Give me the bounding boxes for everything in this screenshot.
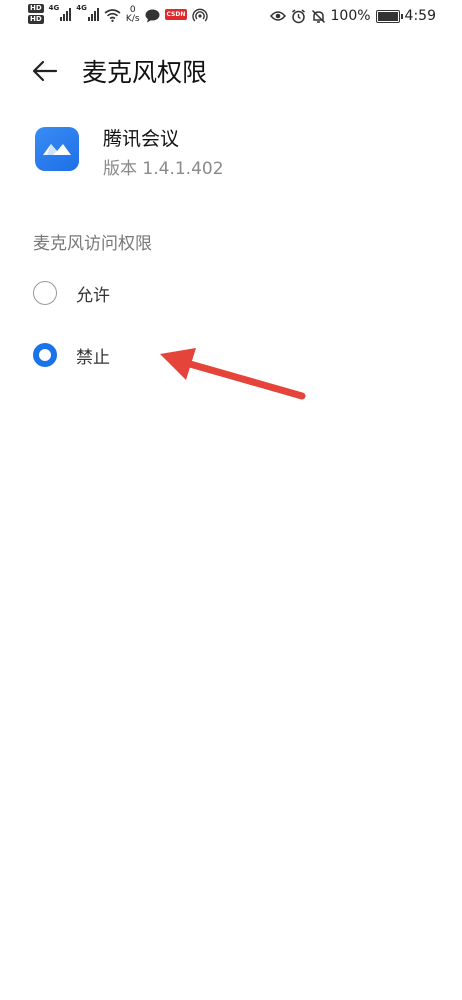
wifi-icon [104, 9, 121, 22]
tencent-meeting-logo-icon [43, 144, 71, 155]
hd-icon: HD HD [28, 4, 44, 24]
chat-icon [145, 9, 160, 23]
red-arrow-annotation-icon [160, 348, 306, 400]
battery-icon [375, 9, 403, 23]
status-bar-left: HD HD 4G 4G 0 K/s CSDN [28, 4, 209, 24]
app-icon [35, 127, 79, 171]
option-label: 允许 [76, 285, 110, 306]
radio-option-allow[interactable]: 允许 [33, 276, 393, 310]
csdn-badge: CSDN [164, 9, 188, 20]
option-label: 禁止 [76, 347, 110, 368]
app-version: 版本 1.4.1.402 [103, 159, 224, 179]
app-bar: 麦克风权限 [0, 48, 462, 92]
section-title: 麦克风访问权限 [33, 234, 152, 254]
network-2-label: 4G [76, 4, 87, 12]
status-bar-right: 100% 4:59 [269, 8, 436, 24]
alarm-icon [291, 8, 305, 23]
back-button[interactable] [28, 54, 62, 88]
battery-percent: 100% [330, 8, 371, 24]
radio-checked-icon[interactable] [33, 343, 57, 367]
app-name: 腾讯会议 [103, 128, 180, 150]
signal-icon-2 [87, 7, 99, 21]
back-arrow-icon [32, 60, 58, 82]
eye-icon [269, 11, 286, 21]
signal-icon [60, 7, 72, 21]
hotspot-icon [192, 8, 209, 22]
radio-unchecked-icon[interactable] [33, 281, 57, 305]
page-title: 麦克风权限 [82, 58, 208, 87]
net-speed: 0 K/s [125, 5, 140, 24]
clock: 4:59 [404, 8, 436, 24]
mute-icon [311, 9, 325, 23]
status-bar: HD HD 4G 4G 0 K/s CSDN 100% 4:59 [0, 0, 462, 34]
network-1-label: 4G [48, 4, 60, 12]
